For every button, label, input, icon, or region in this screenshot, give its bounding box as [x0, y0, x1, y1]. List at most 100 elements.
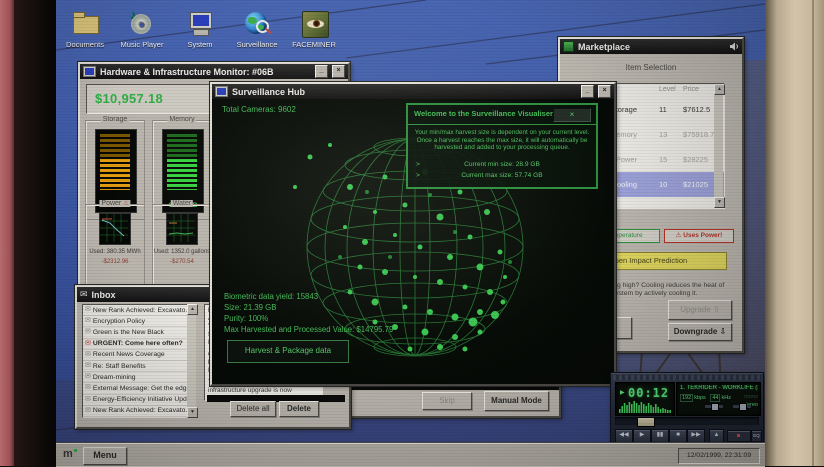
- email-row[interactable]: ✉New Rank Achieved: Excavato...: [83, 406, 187, 417]
- taskbar: m Menu 12/02/1999, 22:31:09: [56, 443, 765, 467]
- dialog-close-button[interactable]: ×: [553, 108, 591, 122]
- email-row[interactable]: ✉New Rank Achieved: Excavato...: [83, 305, 187, 316]
- preview-pane-edge: [207, 395, 345, 402]
- next-track-button[interactable]: ▶▶: [687, 429, 705, 443]
- track-title: 1. TEKRIDER - WORKLIFE (3:48): [680, 385, 758, 391]
- seek-thumb[interactable]: [637, 417, 655, 427]
- scroll-down-icon[interactable]: ▼: [714, 197, 725, 208]
- email-row[interactable]: ✉Recent News Coverage: [83, 350, 187, 361]
- current-min-size: Current min size: 28.9 GB: [464, 161, 540, 168]
- scroll-down-icon[interactable]: ▼: [187, 407, 198, 418]
- email-row-urgent[interactable]: ✉URGENT: Come here often?: [83, 339, 187, 350]
- pause-button[interactable]: ▮▮: [651, 429, 669, 443]
- total-cameras: Total Cameras: 9602: [222, 105, 296, 114]
- dialog-title: Welcome to the Surveillance Visualiser!: [414, 109, 555, 118]
- icon-label: Music Player: [114, 40, 170, 49]
- faceminer-button-bar: Skip Manual Mode: [352, 390, 559, 416]
- harvest-package-button[interactable]: Harvest & Package data: [227, 340, 349, 363]
- eject-button[interactable]: ▲: [709, 429, 724, 443]
- email-row-urgent[interactable]: ✉URGENT: High Electricity Usage: [83, 417, 187, 418]
- monitor-icon: [215, 86, 228, 97]
- marketplace-titlebar[interactable]: Marketplace: [560, 39, 742, 54]
- computer-icon: [185, 10, 215, 38]
- player-time: 00:12: [628, 386, 669, 400]
- seek-bar[interactable]: [615, 417, 759, 425]
- desktop-icon-music-player[interactable]: ♪ Music Player: [114, 10, 170, 58]
- stop-button[interactable]: ■: [669, 429, 687, 443]
- music-cd-icon: ♪: [127, 10, 157, 38]
- close-icon[interactable]: ×: [598, 85, 611, 98]
- previous-track-button[interactable]: ◀◀: [615, 429, 633, 443]
- delete-all-button[interactable]: Delete all: [230, 401, 276, 417]
- scroll-up-icon[interactable]: ▲: [187, 304, 198, 315]
- spectrum-analyzer: [619, 400, 671, 413]
- email-row[interactable]: ✉Re: Staff Benefits: [83, 361, 187, 372]
- desktop-icon-faceminer[interactable]: FACEMINER: [286, 10, 342, 58]
- desktop-icon-surveillance[interactable]: Surveillance: [229, 10, 285, 58]
- visualiser-welcome-dialog: Welcome to the Surveillance Visualiser! …: [406, 103, 598, 189]
- marketplace-icon: [563, 41, 574, 52]
- email-row[interactable]: ✉Encryption Policy: [83, 316, 187, 327]
- email-row[interactable]: ✉External Message: Get the edge...: [83, 383, 187, 394]
- power-label: Power: [101, 200, 121, 207]
- column-level: Level: [659, 86, 676, 93]
- warning-icon: ⚠: [123, 201, 128, 207]
- icon-label: System: [172, 40, 228, 49]
- surveillance-titlebar[interactable]: Surveillance Hub _ ×: [212, 84, 614, 99]
- stat-line: Size: 21.39 GB: [224, 302, 393, 313]
- inbox-title: Inbox: [92, 290, 116, 300]
- photo-scene: Documents ♪ Music Player System Surveill…: [0, 0, 824, 466]
- player-info-display: 1. TEKRIDER - WORKLIFE (3:48) 192kbps 44…: [676, 382, 761, 416]
- power-cost: -$2312.96: [86, 259, 144, 265]
- hardware-titlebar[interactable]: Hardware & Infrastructure Monitor: #06B …: [80, 64, 348, 79]
- surveillance-title: Surveillance Hub: [232, 87, 305, 97]
- envelope-icon: ✉: [80, 290, 88, 299]
- prompt-icon: >: [416, 172, 420, 179]
- monitor-edge-left: [14, 0, 56, 466]
- shuffle-toggle[interactable]: SHUFFLE: [727, 430, 751, 442]
- balance-value: $10,957.18: [95, 91, 163, 106]
- water-used: Used: 1352.0 gallons: [153, 249, 211, 255]
- table-scrollbar[interactable]: ▲ ▼: [714, 84, 723, 206]
- delete-button[interactable]: Delete: [279, 401, 319, 417]
- balance-slider[interactable]: [705, 405, 723, 408]
- documents-folder-icon: [70, 10, 100, 38]
- downgrade-button[interactable]: Downgrade ⇩: [668, 323, 732, 341]
- water-group: Water Used: 1352.0 gallons -$270.54: [152, 204, 212, 286]
- current-max-size: Current max size: 57.74 GB: [461, 172, 542, 179]
- menu-button[interactable]: Menu: [83, 447, 127, 465]
- stat-line: Purity: 100%: [224, 313, 393, 324]
- email-row[interactable]: ✉Dream-mining: [83, 372, 187, 383]
- scroll-up-icon[interactable]: ▲: [714, 84, 725, 95]
- desktop-icon-system[interactable]: System: [172, 10, 228, 58]
- minimize-button[interactable]: _: [581, 85, 594, 98]
- power-used: Used: 380.35 MWh: [86, 249, 144, 255]
- play-indicator-icon: ▶: [620, 389, 625, 396]
- stat-line: Max Harvested and Processed Value: $1479…: [224, 324, 393, 335]
- surveillance-viewport: Total Cameras: 9602: [212, 99, 614, 384]
- close-icon[interactable]: ×: [332, 65, 345, 78]
- taskbar-clock: 12/02/1999, 22:31:09: [678, 448, 760, 464]
- player-titlebar[interactable]: [613, 375, 761, 380]
- upgrade-button[interactable]: Upgrade ⇧: [668, 300, 732, 320]
- play-button[interactable]: ▶: [633, 429, 651, 443]
- manual-mode-button[interactable]: Manual Mode: [484, 391, 549, 411]
- power-group: Power ⚠ Used: 380.35 MWh -$2312.96: [85, 204, 145, 286]
- email-list-scrollbar[interactable]: ▲ ▼: [187, 304, 196, 416]
- speaker-icon[interactable]: [729, 42, 739, 51]
- skip-button[interactable]: Skip: [422, 392, 472, 410]
- samplerate-value: 44: [710, 394, 720, 402]
- harvest-stats: Biometric data yield: 15843 Size: 21.39 …: [224, 291, 393, 335]
- email-row[interactable]: ✉Green is the New Black: [83, 327, 187, 338]
- desktop: Documents ♪ Music Player System Surveill…: [56, 0, 765, 443]
- desktop-icon-documents[interactable]: Documents: [57, 10, 113, 58]
- minimize-button[interactable]: _: [315, 65, 328, 78]
- photo-edge-left: [0, 0, 14, 466]
- dialog-divider: [408, 124, 596, 125]
- volume-slider[interactable]: [733, 405, 751, 408]
- monitor-icon: [83, 66, 96, 77]
- email-row[interactable]: ✉Energy-Efficiency Initiative Upd...: [83, 395, 187, 406]
- eq-toggle[interactable]: EQ: [751, 430, 762, 442]
- hardware-title: Hardware & Infrastructure Monitor: #06B: [100, 67, 274, 77]
- email-list: ✉New Rank Achieved: Excavato... ✉Encrypt…: [82, 304, 188, 418]
